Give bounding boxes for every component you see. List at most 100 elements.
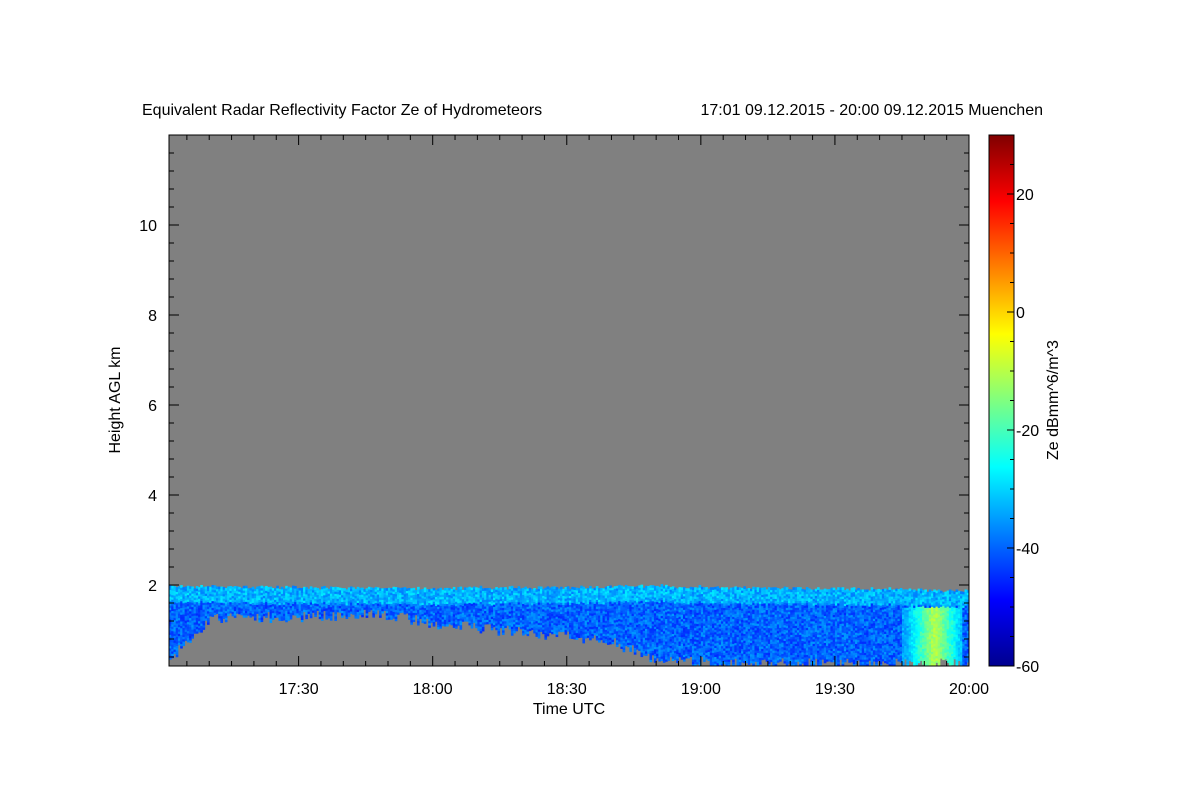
echo-cell	[705, 587, 708, 590]
echo-cell	[501, 587, 505, 590]
echo-cell	[566, 586, 570, 589]
echo-cell	[325, 587, 329, 591]
echo-cell	[401, 587, 405, 591]
echo-cell	[662, 585, 666, 589]
echo-cell	[452, 586, 456, 590]
echo-cell	[642, 587, 646, 591]
echo-cell	[517, 586, 521, 589]
echo-cell	[604, 586, 608, 590]
echo-cell	[584, 588, 588, 592]
echo-cell	[381, 588, 384, 592]
echo-cell	[725, 587, 729, 590]
echo-cell	[522, 587, 525, 591]
echo-cell	[671, 586, 675, 590]
echo-cell	[651, 585, 655, 588]
echo-cell	[564, 586, 568, 590]
echo-cell	[656, 585, 659, 589]
chart-title: Equivalent Radar Reflectivity Factor Ze …	[142, 102, 542, 119]
echo-cell	[392, 586, 396, 590]
echo-cell	[531, 589, 534, 592]
echo-cell	[175, 587, 179, 590]
echo-cell	[189, 586, 192, 589]
echo-cell	[218, 586, 221, 590]
echo-cell	[463, 587, 467, 591]
echo-cell	[571, 586, 574, 590]
echo-cell	[305, 587, 308, 590]
echo-cell	[280, 586, 284, 590]
echo-cell	[508, 586, 512, 589]
echo-cell	[289, 587, 293, 591]
echo-cell	[680, 587, 684, 591]
echo-cell	[285, 585, 288, 589]
echo-cell	[638, 585, 641, 588]
echo-cell	[213, 585, 217, 588]
echo-cell	[251, 586, 255, 590]
radar-reflectivity-chart: Equivalent Radar Reflectivity Factor Ze …	[107, 102, 1062, 718]
echo-cell	[718, 588, 722, 591]
echo-cell	[354, 588, 358, 592]
echo-cell	[439, 587, 443, 591]
echo-cell	[526, 588, 530, 592]
echo-cell	[546, 586, 550, 590]
echo-cell	[410, 588, 413, 591]
echo-cell	[446, 587, 449, 591]
echo-cell	[685, 588, 688, 591]
echo-cell	[405, 588, 409, 592]
echo-cell	[455, 590, 458, 593]
echo-cell	[488, 587, 492, 591]
echo-cell	[613, 586, 617, 589]
echo-cell	[242, 585, 246, 589]
echo-cell	[233, 585, 237, 589]
echo-cell	[372, 587, 375, 591]
echo-cell	[609, 585, 612, 589]
echo-cell	[267, 586, 270, 590]
echo-cell	[696, 587, 699, 591]
echo-cell	[542, 588, 545, 592]
echo-cell	[180, 585, 183, 588]
echo-cell	[209, 586, 212, 590]
echo-cell	[367, 586, 371, 590]
echo-cell	[676, 588, 679, 592]
echo-cell	[560, 586, 563, 590]
echo-cell	[535, 589, 539, 592]
echo-cell	[497, 588, 501, 591]
echo-cell	[468, 586, 472, 590]
echo-cell	[555, 587, 559, 590]
echo-cell	[376, 587, 380, 591]
echo-cell	[434, 589, 438, 593]
echo-cell	[238, 586, 241, 590]
echo-cell	[227, 586, 230, 590]
echo-cell	[271, 588, 275, 591]
echo-cell	[479, 585, 483, 589]
echo-cell	[204, 586, 208, 590]
echo-cell	[171, 585, 174, 589]
echo-cell	[396, 587, 400, 591]
echo-cell	[622, 586, 626, 590]
echo-cell	[247, 588, 250, 591]
echo-cell	[363, 589, 367, 592]
echo-cell	[513, 587, 516, 591]
echo-cell	[358, 587, 362, 591]
echo-cell	[417, 586, 420, 590]
echo-cell	[472, 586, 476, 590]
echo-cell	[689, 586, 693, 590]
echo-cell	[667, 586, 670, 589]
echo-cell	[343, 588, 346, 591]
echo-cell	[329, 586, 333, 590]
echo-cell	[709, 587, 713, 590]
echo-cell	[338, 587, 342, 591]
echo-cell	[184, 586, 188, 590]
echo-cell	[347, 587, 351, 591]
echo-cell	[334, 586, 337, 590]
echo-cell	[193, 588, 197, 591]
echo-cell	[627, 586, 630, 589]
echo-cell	[421, 588, 425, 592]
echo-cell	[309, 586, 313, 589]
echo-cell	[200, 584, 203, 588]
echo-cell	[647, 586, 650, 589]
echo-cell	[300, 588, 304, 591]
echo-cell	[262, 586, 266, 590]
echo-cell	[450, 588, 454, 592]
echo-cell	[633, 586, 637, 590]
echo-cell	[700, 586, 704, 590]
